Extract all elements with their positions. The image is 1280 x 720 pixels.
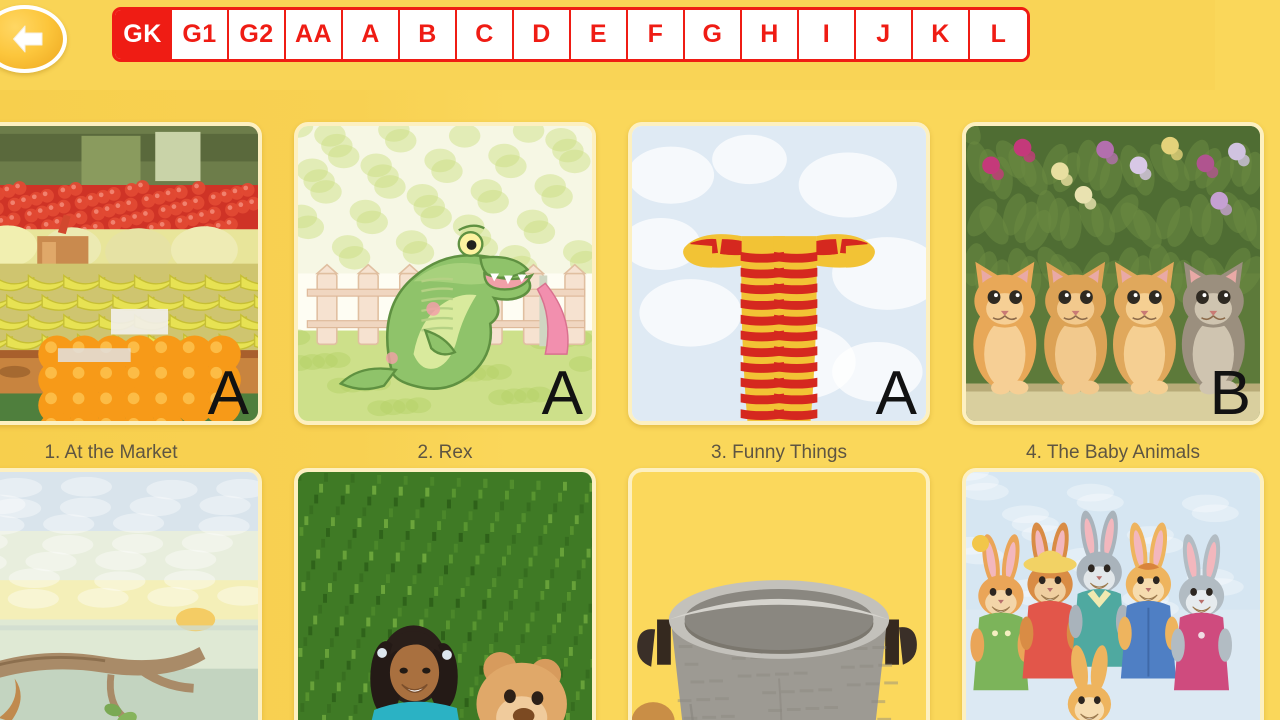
decorative-dot	[972, 535, 989, 552]
tab-h[interactable]: H	[742, 10, 799, 59]
book-cover[interactable]: A	[0, 122, 262, 425]
cover-illustration-girl-teddy-bear-grass	[298, 472, 592, 720]
tab-f[interactable]: F	[628, 10, 685, 59]
tab-c[interactable]: C	[457, 10, 514, 59]
arrow-left-icon	[12, 25, 42, 53]
book-cell	[294, 468, 596, 720]
tab-l[interactable]: L	[970, 10, 1027, 59]
tab-a[interactable]: A	[343, 10, 400, 59]
book-cell	[0, 468, 262, 720]
cover-illustration-market-produce	[0, 126, 258, 421]
cover-illustration-kittens-garden	[966, 126, 1260, 421]
book-title: 3. Funny Things	[711, 442, 847, 463]
tab-d[interactable]: D	[514, 10, 571, 59]
tab-g2[interactable]: G2	[229, 10, 286, 59]
tab-i[interactable]: I	[799, 10, 856, 59]
cover-illustration-squirrels-branch-sunset	[0, 472, 258, 720]
cover-illustration-striped-socks-legs	[632, 126, 926, 421]
tab-k[interactable]: K	[913, 10, 970, 59]
book-cell: B 4. The Baby Animals	[962, 122, 1264, 468]
book-cover[interactable]: B	[962, 122, 1264, 425]
book-cover[interactable]: A	[628, 122, 930, 425]
book-title: 1. At the Market	[44, 442, 178, 463]
book-cell: A 2. Rex	[294, 122, 596, 468]
book-cell	[962, 468, 1264, 720]
cover-illustration-grey-bucket	[632, 472, 926, 720]
grade-level-tab-strip[interactable]: GK G1 G2 AA A B C D E F G H I J K L	[112, 7, 1030, 62]
book-title: 4. The Baby Animals	[1026, 442, 1200, 463]
tab-gk[interactable]: GK	[115, 10, 172, 59]
book-row: A 1. At the Market A 2. Rex A 3. Funny Things…	[0, 122, 1280, 468]
book-cover[interactable]	[0, 468, 262, 720]
tab-e[interactable]: E	[571, 10, 628, 59]
tab-aa[interactable]: AA	[286, 10, 343, 59]
book-cell: A 1. At the Market	[0, 122, 262, 468]
book-title: 2. Rex	[417, 442, 473, 463]
back-button[interactable]	[0, 5, 67, 73]
book-cover[interactable]: A	[294, 122, 596, 425]
book-cover[interactable]	[628, 468, 930, 720]
cover-illustration-bunny-family	[966, 472, 1260, 720]
top-toolbar: GK G1 G2 AA A B C D E F G H I J K L	[0, 0, 1280, 90]
tab-g1[interactable]: G1	[172, 10, 229, 59]
book-cover[interactable]	[962, 468, 1264, 720]
tab-g[interactable]: G	[685, 10, 742, 59]
book-row	[0, 468, 1280, 720]
book-cell: A 3. Funny Things	[628, 122, 930, 468]
book-cell	[628, 468, 930, 720]
book-cover[interactable]	[294, 468, 596, 720]
book-grid: A 1. At the Market A 2. Rex A 3. Funny Things…	[0, 122, 1280, 720]
tab-j[interactable]: J	[856, 10, 913, 59]
tab-b[interactable]: B	[400, 10, 457, 59]
cover-illustration-dinosaur-yard	[298, 126, 592, 421]
